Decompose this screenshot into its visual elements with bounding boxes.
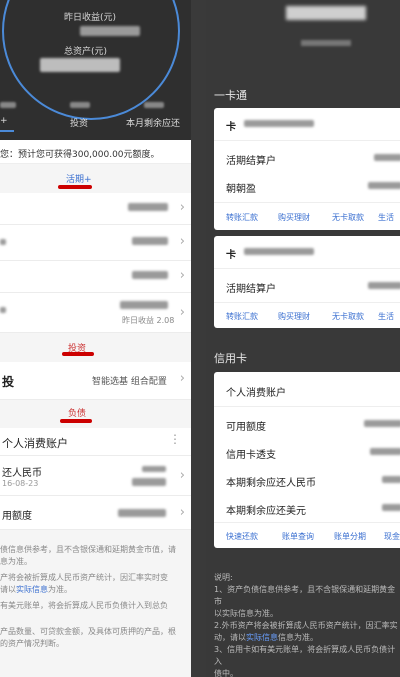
total-value-blurred — [286, 6, 366, 20]
transfer-link[interactable]: 转账汇款 — [226, 212, 258, 223]
current-row-2[interactable]: › — [0, 225, 191, 261]
investment-label: 投 — [2, 375, 15, 389]
cardless-withdraw-link[interactable]: 无卡取款 — [332, 212, 364, 223]
life-link[interactable]: 生活 — [378, 212, 394, 223]
yesterday-earnings-note: 昨日收益 2.08 — [122, 316, 175, 325]
credit-card-panel[interactable]: 个人消费账户 可用额度 信用卡透支 本期剩余应还人民币 本期剩余应还美元 快速还… — [214, 372, 400, 548]
debt-repay-row[interactable]: 还人民币 16-08-23 › — [0, 456, 191, 496]
yikatong-card-1[interactable]: 卡 活期结算户 朝朝盈 转账汇款 购买理财 无卡取款 生活 — [214, 108, 400, 230]
actual-info-link[interactable]: 实际信息 — [16, 585, 48, 594]
life-link[interactable]: 生活 — [378, 311, 394, 322]
section-debt: 负债 — [68, 409, 87, 419]
total-assets-value — [40, 58, 120, 72]
transfer-link[interactable]: 转账汇款 — [226, 311, 258, 322]
current-row-1[interactable]: › — [0, 193, 191, 225]
chevron-right-icon: › — [179, 505, 185, 520]
account-type-label: 活期结算户 — [226, 284, 276, 295]
buy-wealth-link[interactable]: 购买理财 — [278, 311, 310, 322]
more-icon[interactable]: ⋮ — [169, 432, 181, 446]
investment-row[interactable]: 投 智能选基 组合配置 › — [0, 362, 191, 400]
installment-link[interactable]: 账单分期 — [334, 531, 366, 542]
cash-link[interactable]: 现金 — [384, 531, 400, 542]
remaining-usd-label: 本期剩余应还美元 — [226, 506, 306, 517]
debt-limit-row[interactable]: 用额度 › — [0, 496, 191, 530]
section-debt-underline — [60, 419, 92, 423]
actual-info-link[interactable]: 实际信息 — [246, 633, 278, 642]
right-screen: 一卡通 卡 活期结算户 朝朝盈 转账汇款 购买理财 无卡取款 生活 卡 活期结算… — [206, 0, 400, 677]
chevron-right-icon: › — [179, 200, 185, 215]
section-yikatong: 一卡通 — [214, 89, 247, 102]
current-row-4[interactable]: 昨日收益 2.08 › — [0, 293, 191, 333]
chevron-right-icon: › — [179, 234, 185, 249]
hero-tabs: + 投资 本月剩余应还 — [0, 100, 191, 136]
chevron-right-icon: › — [179, 268, 185, 283]
total-assets-label: 总资产(元) — [64, 47, 108, 57]
buy-wealth-link[interactable]: 购买理财 — [278, 212, 310, 223]
tab-monthly-repay[interactable]: 本月剩余应还 — [126, 116, 180, 129]
credit-limit-label: 用额度 — [2, 511, 32, 522]
remaining-rmb-label: 本期剩余应还人民币 — [226, 478, 316, 489]
chevron-right-icon: › — [179, 468, 185, 483]
assets-hero: 昨日收益(元) 总资产(元) + 投资 本月剩余应还 — [0, 0, 191, 140]
debt-card-header: 个人消费账户 ⋮ — [0, 428, 191, 456]
section-investment-underline — [62, 352, 94, 356]
section-current: 活期+ — [66, 175, 92, 185]
account-type-label: 活期结算户 — [226, 156, 276, 167]
yikatong-card-2[interactable]: 卡 活期结算户 转账汇款 购买理财 无卡取款 生活 — [214, 236, 400, 328]
section-current-underline — [58, 185, 92, 189]
debt-card-title: 个人消费账户 — [2, 437, 68, 450]
section-credit-card: 信用卡 — [214, 352, 247, 365]
overdraft-label: 信用卡透支 — [226, 450, 276, 461]
yesterday-earnings-value — [80, 26, 140, 36]
repay-date: 16-08-23 — [2, 479, 39, 488]
credit-account-title: 个人消费账户 — [226, 388, 286, 399]
bill-query-link[interactable]: 账单查询 — [282, 531, 314, 542]
left-notes: 债信息供参考，且不含银保通和延期黄金市值，请 息为准。 产将会被折算成人民币资产… — [0, 545, 176, 648]
investment-options: 智能选基 组合配置 — [92, 377, 167, 387]
left-screen: 昨日收益(元) 总资产(元) + 投资 本月剩余应还 您：预计您可获得300,0… — [0, 0, 191, 677]
repay-rmb-label: 还人民币 — [2, 468, 42, 479]
yesterday-earnings-label: 昨日收益(元) — [64, 13, 117, 23]
current-row-3[interactable]: › — [0, 261, 191, 293]
tab-investment[interactable]: 投资 — [70, 116, 88, 129]
chevron-right-icon: › — [179, 305, 185, 320]
cardless-withdraw-link[interactable]: 无卡取款 — [332, 311, 364, 322]
right-notes: 说明: 1、资产负债信息供参考，且不含银保通和延期黄金市 以实际信息为准。 2.… — [214, 573, 398, 677]
product-label: 朝朝盈 — [226, 184, 256, 195]
credit-tip: 您：预计您可获得300,000.00元额度。 — [0, 140, 191, 164]
available-limit-label: 可用额度 — [226, 422, 266, 433]
chevron-right-icon: › — [179, 371, 185, 386]
quick-repay-link[interactable]: 快速还款 — [226, 531, 258, 542]
